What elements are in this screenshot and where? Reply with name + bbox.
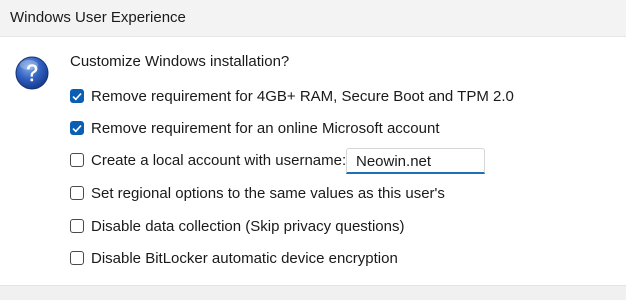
window-title: Windows User Experience (10, 9, 186, 26)
option-label: Disable data collection (Skip privacy qu… (91, 217, 405, 235)
username-input[interactable] (346, 148, 485, 174)
checkbox-checked[interactable] (70, 121, 84, 135)
checkbox-unchecked[interactable] (70, 186, 84, 200)
option-remove-online-account[interactable]: Remove requirement for an online Microso… (70, 118, 440, 138)
option-remove-hardware-requirements[interactable]: Remove requirement for 4GB+ RAM, Secure … (70, 86, 514, 106)
dialog-footer (0, 285, 626, 300)
option-label: Create a local account with username: (91, 151, 347, 169)
option-label: Remove requirement for an online Microso… (91, 119, 440, 137)
option-disable-data-collection[interactable]: Disable data collection (Skip privacy qu… (70, 216, 404, 236)
dialog-window: Windows User Experience Customize Window… (0, 0, 626, 300)
checkbox-unchecked[interactable] (70, 219, 84, 233)
checkbox-checked[interactable] (70, 89, 84, 103)
question-icon (15, 56, 49, 90)
option-label: Remove requirement for 4GB+ RAM, Secure … (91, 87, 514, 105)
checkbox-unchecked[interactable] (70, 153, 84, 167)
checkbox-unchecked[interactable] (70, 251, 84, 265)
option-label: Disable BitLocker automatic device encry… (91, 249, 398, 267)
title-bar[interactable]: Windows User Experience (0, 0, 626, 37)
option-create-local-account[interactable]: Create a local account with username: (70, 150, 346, 170)
dialog-prompt: Customize Windows installation? (70, 53, 290, 70)
option-label: Set regional options to the same values … (91, 184, 445, 202)
option-regional-settings[interactable]: Set regional options to the same values … (70, 183, 445, 203)
option-disable-bitlocker[interactable]: Disable BitLocker automatic device encry… (70, 248, 398, 268)
